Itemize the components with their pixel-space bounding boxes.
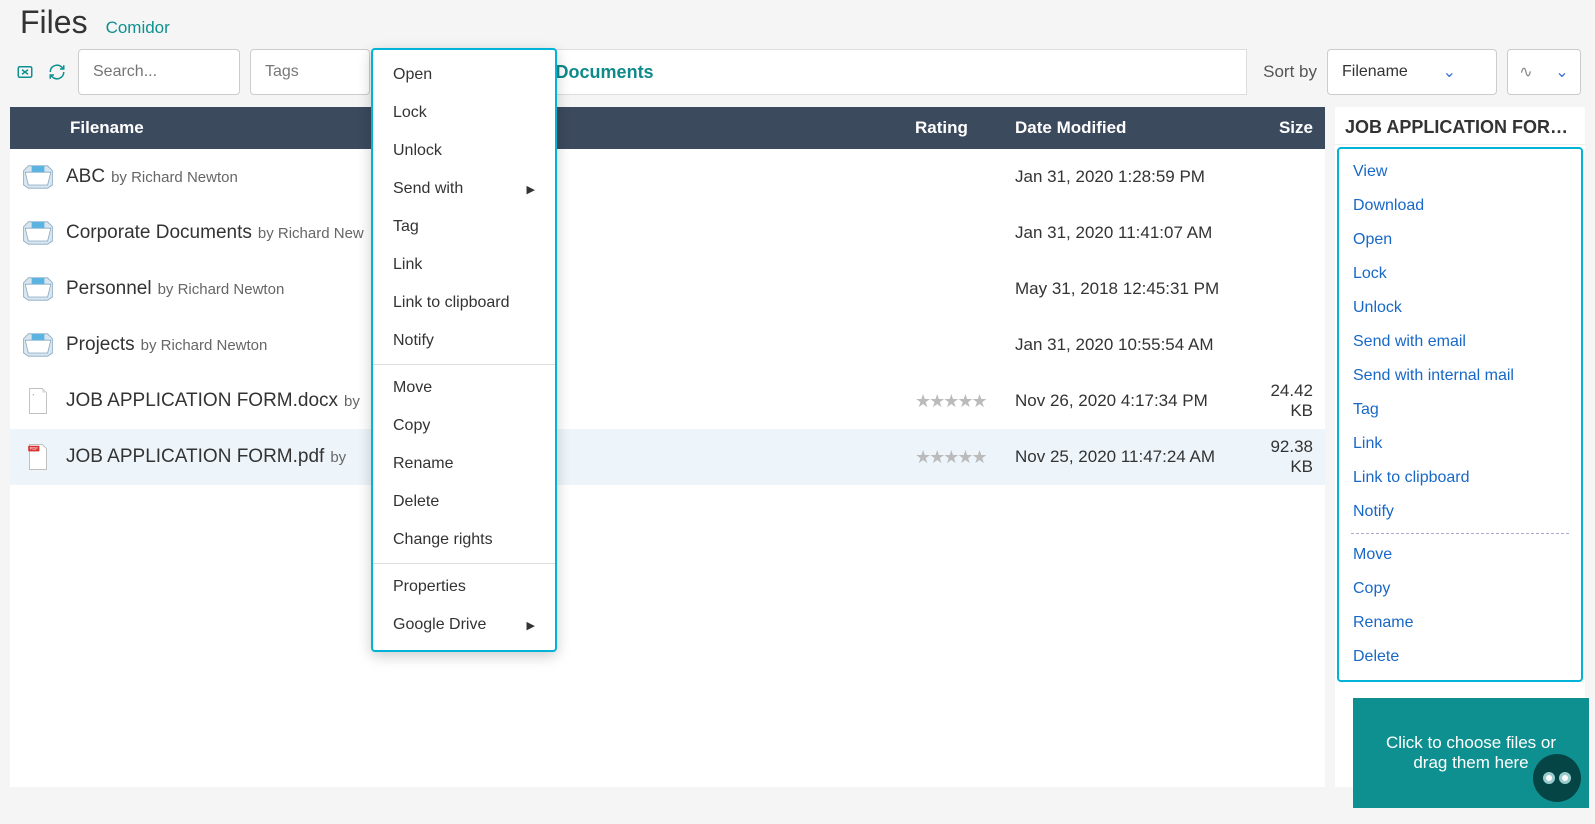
- doc-icon: *: [10, 387, 66, 415]
- context-menu-item[interactable]: Rename: [373, 445, 555, 483]
- side-action-link[interactable]: Send with email: [1343, 325, 1577, 359]
- menu-separator: [373, 364, 555, 365]
- search-input[interactable]: [78, 49, 240, 95]
- side-action-link[interactable]: Download: [1343, 189, 1577, 223]
- sort-wavy-icon: ∿: [1519, 62, 1532, 82]
- side-action-link[interactable]: Unlock: [1343, 291, 1577, 325]
- context-menu-item[interactable]: Open: [373, 56, 555, 94]
- drop-zone-text: Click to choose files or drag them here: [1381, 733, 1561, 773]
- side-action-link[interactable]: Notify: [1343, 495, 1577, 529]
- table-row[interactable]: Projectsby Richard NewtonJan 31, 2020 10…: [10, 317, 1325, 373]
- sort-value: Filename: [1342, 63, 1408, 81]
- side-action-link[interactable]: Copy: [1343, 572, 1577, 606]
- context-menu-item[interactable]: Copy: [373, 407, 555, 445]
- table-row[interactable]: PDFJOB APPLICATION FORM.pdfby★★★★★Nov 25…: [10, 429, 1325, 485]
- page-title: Files: [20, 4, 88, 41]
- side-divider: [1351, 533, 1569, 534]
- side-action-link[interactable]: Send with internal mail: [1343, 359, 1577, 393]
- brand-name: Comidor: [106, 18, 170, 38]
- context-menu-item[interactable]: Link: [373, 246, 555, 284]
- context-menu-item[interactable]: Notify: [373, 322, 555, 360]
- toolbar: Tags d Folders ▸ Public Documents Sort b…: [0, 49, 1595, 107]
- side-action-link[interactable]: Tag: [1343, 393, 1577, 427]
- side-actions-list: ViewDownloadOpenLockUnlockSend with emai…: [1337, 147, 1583, 682]
- side-action-link[interactable]: Link: [1343, 427, 1577, 461]
- folder-icon: [10, 275, 66, 303]
- folder-icon: [10, 219, 66, 247]
- context-menu-item[interactable]: Move: [373, 369, 555, 407]
- side-action-link[interactable]: Open: [1343, 223, 1577, 257]
- side-action-link[interactable]: Lock: [1343, 257, 1577, 291]
- file-rating: ★★★★★: [915, 447, 1015, 468]
- context-menu-item[interactable]: Tag: [373, 208, 555, 246]
- side-action-link[interactable]: Move: [1343, 538, 1577, 572]
- side-action-link[interactable]: View: [1343, 155, 1577, 189]
- submenu-arrow-icon: ▶: [527, 183, 535, 196]
- table-row[interactable]: Personnelby Richard NewtonMay 31, 2018 1…: [10, 261, 1325, 317]
- menu-separator: [373, 563, 555, 564]
- side-action-link[interactable]: Link to clipboard: [1343, 461, 1577, 495]
- svg-text:*: *: [32, 393, 34, 399]
- chevron-down-icon: ⌄: [1555, 62, 1568, 82]
- side-action-link[interactable]: Rename: [1343, 606, 1577, 640]
- table-header: Filename Rating Date Modified Size: [10, 107, 1325, 149]
- svg-text:PDF: PDF: [30, 446, 39, 451]
- chevron-down-icon: ⌄: [1443, 62, 1456, 82]
- table-row[interactable]: *JOB APPLICATION FORM.docxby★★★★★Nov 26,…: [10, 373, 1325, 429]
- sort-area: Sort by Filename ⌄ ∿ ⌄: [1263, 49, 1581, 95]
- page-header: Files Comidor: [0, 0, 1595, 49]
- refresh-icon[interactable]: [46, 61, 68, 83]
- context-menu: OpenLockUnlockSend with▶TagLinkLink to c…: [371, 48, 557, 652]
- file-date: Nov 25, 2020 11:47:24 AM: [1015, 447, 1245, 467]
- file-date: Jan 31, 2020 1:28:59 PM: [1015, 167, 1245, 187]
- file-date: Jan 31, 2020 10:55:54 AM: [1015, 335, 1245, 355]
- col-date[interactable]: Date Modified: [1015, 118, 1245, 138]
- assistant-avatar[interactable]: [1533, 754, 1581, 802]
- context-menu-item[interactable]: Properties: [373, 568, 555, 606]
- tags-placeholder: Tags: [265, 63, 299, 81]
- table-row[interactable]: ABCby Richard NewtonJan 31, 2020 1:28:59…: [10, 149, 1325, 205]
- col-size[interactable]: Size: [1245, 118, 1325, 138]
- file-date: Jan 31, 2020 11:41:07 AM: [1015, 223, 1245, 243]
- context-menu-item[interactable]: Lock: [373, 94, 555, 132]
- context-menu-item[interactable]: Send with▶: [373, 170, 555, 208]
- side-panel-title: JOB APPLICATION FORM...: [1335, 107, 1585, 145]
- sort-select[interactable]: Filename ⌄: [1327, 49, 1497, 95]
- context-menu-item[interactable]: Link to clipboard: [373, 284, 555, 322]
- file-rating: ★★★★★: [915, 391, 1015, 412]
- sort-label: Sort by: [1263, 62, 1317, 82]
- tags-input[interactable]: Tags: [250, 49, 370, 95]
- file-date: Nov 26, 2020 4:17:34 PM: [1015, 391, 1245, 411]
- file-size: 92.38 KB: [1245, 437, 1325, 477]
- table-row[interactable]: Corporate Documentsby Richard NewJan 31,…: [10, 205, 1325, 261]
- context-menu-item[interactable]: Unlock: [373, 132, 555, 170]
- pdf-icon: PDF: [10, 443, 66, 471]
- context-menu-item[interactable]: Delete: [373, 483, 555, 521]
- side-action-link[interactable]: Delete: [1343, 640, 1577, 674]
- folder-icon: [10, 163, 66, 191]
- col-rating[interactable]: Rating: [915, 118, 1015, 138]
- context-menu-item[interactable]: Change rights: [373, 521, 555, 559]
- context-menu-item[interactable]: Google Drive▶: [373, 606, 555, 644]
- files-table: Filename Rating Date Modified Size ABCby…: [10, 107, 1325, 787]
- side-panel: JOB APPLICATION FORM... ViewDownloadOpen…: [1335, 107, 1585, 787]
- sort-direction-button[interactable]: ∿ ⌄: [1507, 49, 1581, 95]
- file-size: 24.42 KB: [1245, 381, 1325, 421]
- submenu-arrow-icon: ▶: [527, 619, 535, 632]
- clear-icon[interactable]: [14, 61, 36, 83]
- folder-icon: [10, 331, 66, 359]
- file-date: May 31, 2018 12:45:31 PM: [1015, 279, 1245, 299]
